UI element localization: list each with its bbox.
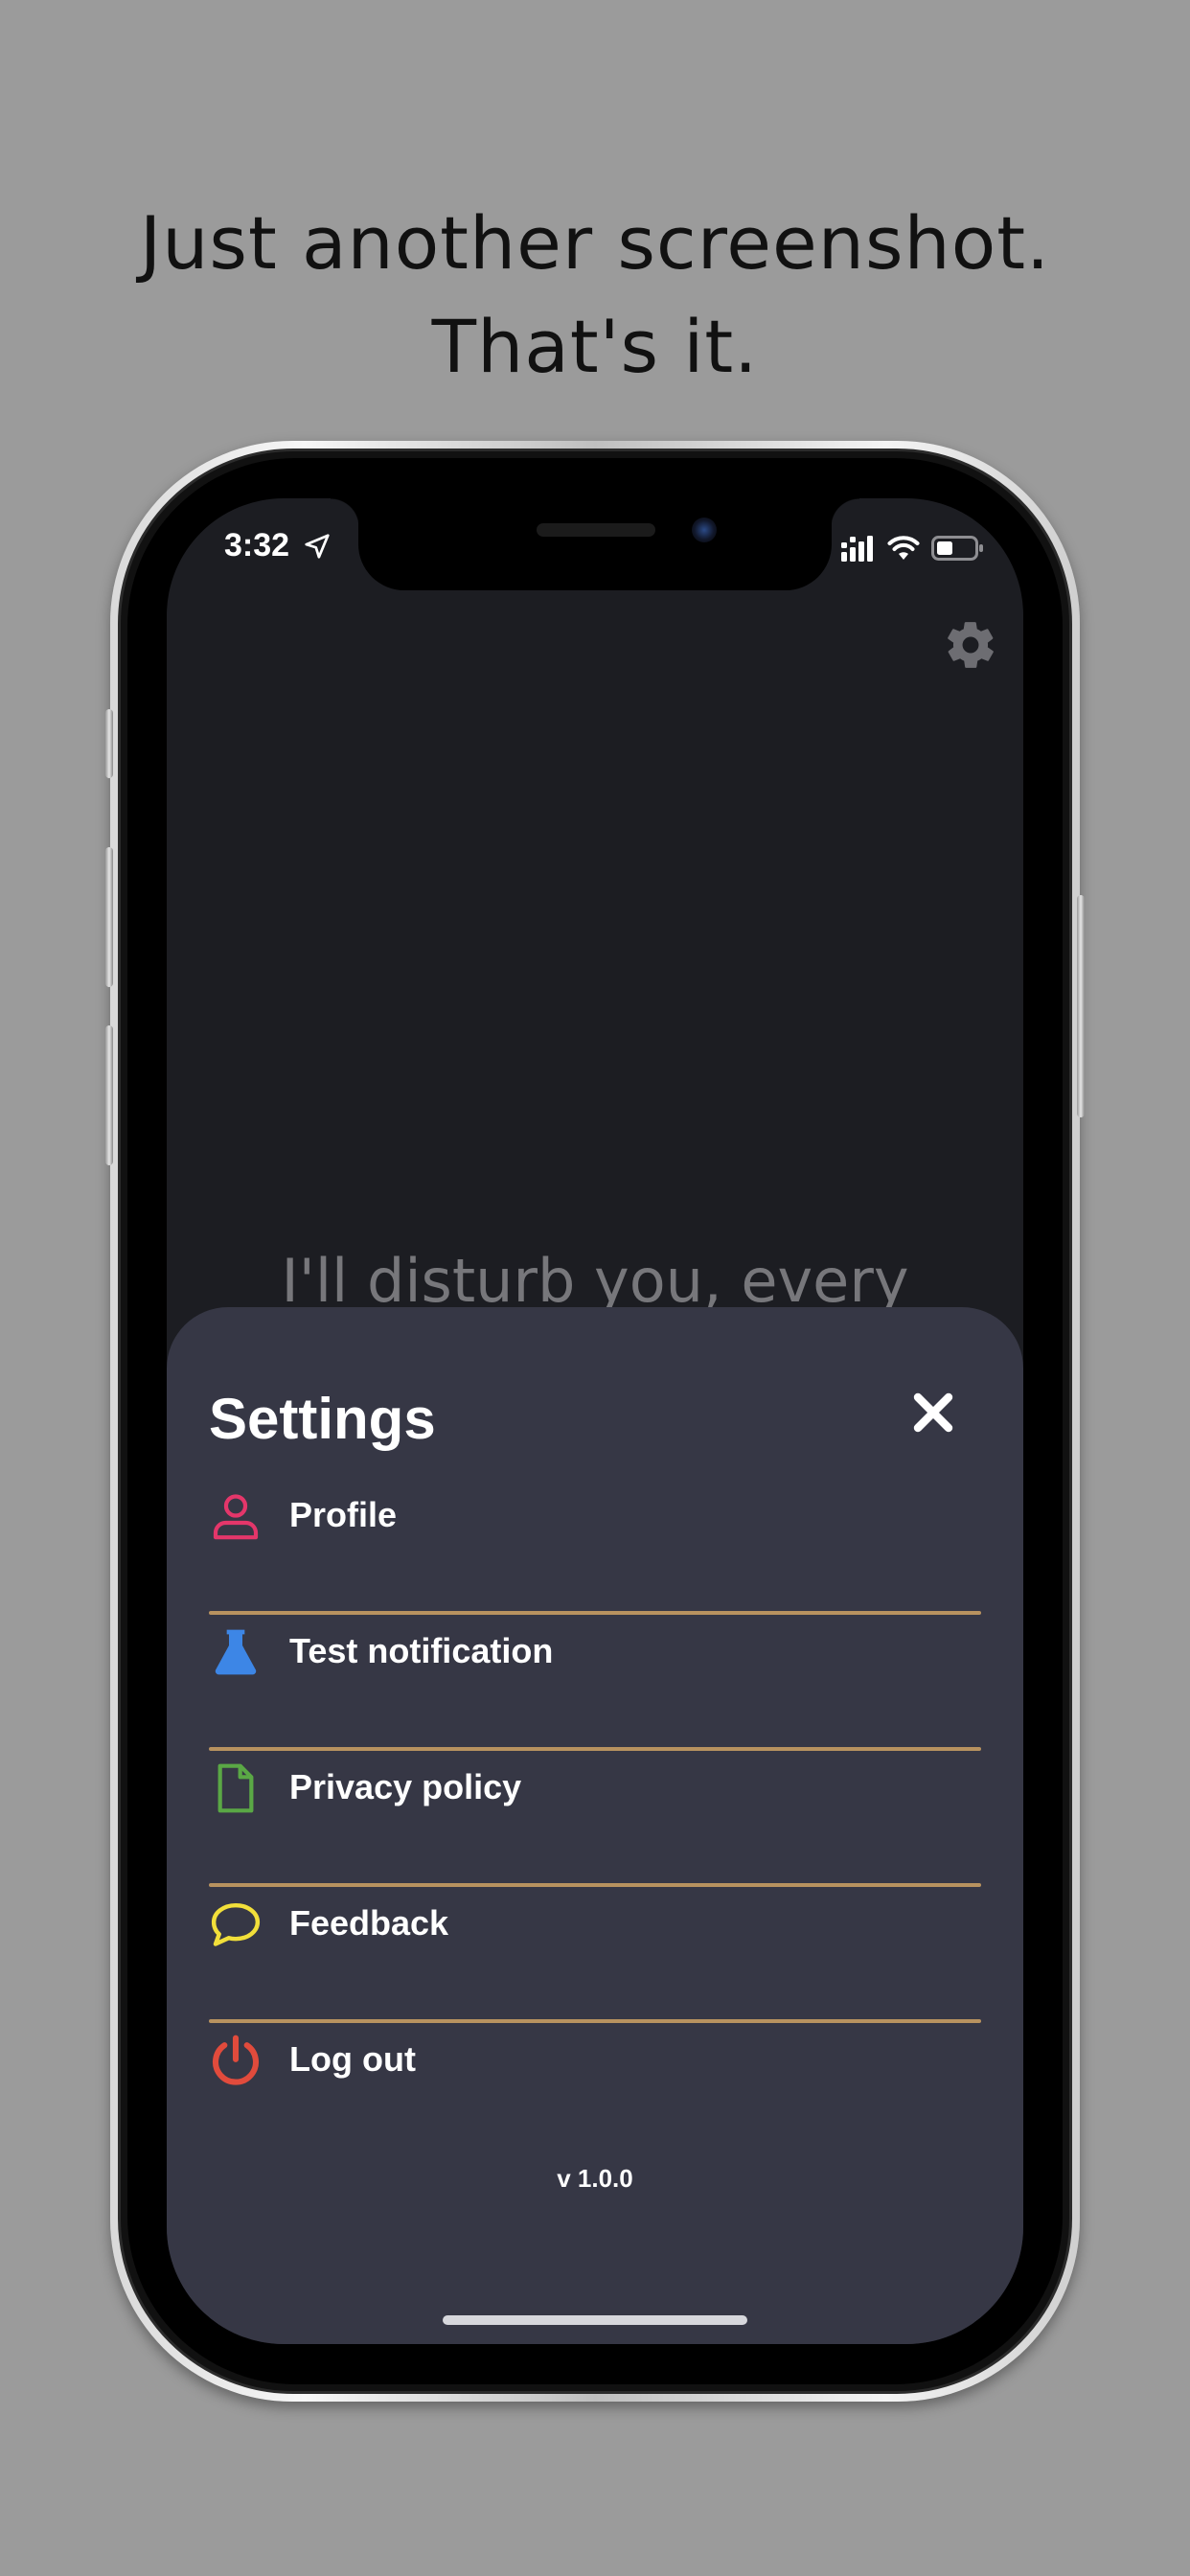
volume-down-button [105,1025,113,1165]
settings-sheet: Settings Profile Test notification Priva… [167,1307,1023,2344]
promo-headline-line-1: Just another screenshot. [139,200,1051,286]
user-icon [213,1494,259,1540]
speech-bubble-icon [211,1902,261,1946]
status-icons [841,531,985,562]
camera-notch [331,498,859,590]
settings-item-test-notification[interactable]: Test notification [209,1604,981,1700]
power-icon [213,2035,259,2085]
gear-icon[interactable] [943,617,998,673]
front-camera [692,518,717,542]
settings-item-log-out[interactable]: Log out [209,2012,981,2108]
promo-headline: Just another screenshot. That's it. [0,192,1190,399]
battery-icon [931,536,983,561]
background-message: I'll disturb you, every [281,1246,909,1316]
settings-title: Settings [209,1387,436,1451]
settings-item-label: Test notification [289,1631,554,1670]
settings-item-label: Privacy policy [289,1767,522,1806]
settings-item-label: Feedback [289,1903,449,1943]
mute-switch [105,709,113,778]
settings-item-label: Log out [289,2039,416,2079]
wifi-icon [887,536,920,560]
settings-item-privacy-policy[interactable]: Privacy policy [209,1740,981,1836]
home-indicator[interactable] [443,2315,747,2325]
power-side-button [1077,895,1085,1117]
location-arrow-icon [305,534,330,559]
signal-icon [841,536,873,562]
document-icon [217,1763,254,1813]
promo-headline-line-2: That's it. [431,304,759,389]
earpiece-speaker [537,523,655,537]
settings-item-label: Profile [289,1495,398,1534]
status-time: 3:32 [224,527,290,564]
settings-item-profile[interactable]: Profile [209,1468,981,1564]
phone-screen: 3:32 I'll disturb you, every Settings Pr… [167,498,1023,2344]
volume-up-button [105,847,113,987]
flask-icon [215,1629,257,1675]
app-version: v 1.0.0 [557,2164,633,2193]
close-icon[interactable] [910,1390,956,1436]
settings-item-feedback[interactable]: Feedback [209,1876,981,1972]
